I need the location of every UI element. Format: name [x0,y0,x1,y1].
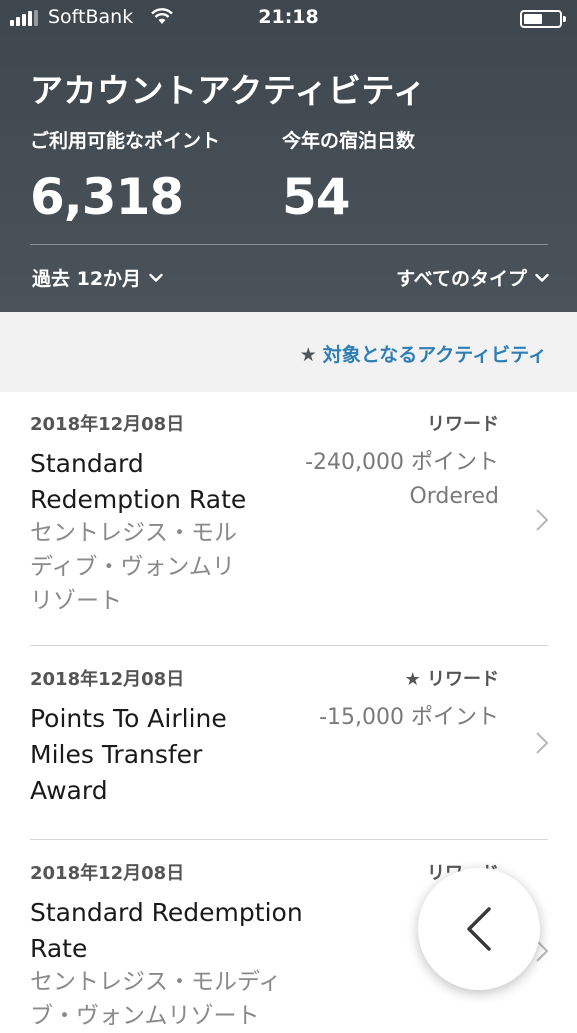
activity-row[interactable]: 2018年12月08日 ★ リワード Points To Airline Mil… [0,647,577,840]
nights-value: 54 [282,168,351,226]
eligible-activity-link[interactable]: ★ 対象となるアクティビティ [300,340,547,367]
period-filter-label: 過去 12か月 [32,268,142,290]
activity-property: セントレジス・モル ディブ・ヴォンムリ リゾート [30,516,237,618]
activity-property-line: セントレジス・モルディ [30,969,282,995]
period-filter-dropdown[interactable]: 過去 12か月 [32,264,163,291]
status-bar: SoftBank 21:18 [0,0,577,38]
type-filter-dropdown[interactable]: すべてのタイプ [396,264,549,291]
row-divider [30,645,548,646]
activity-title-line: Miles Transfer [30,740,203,769]
activity-status: Ordered [409,484,499,509]
nights-label: 今年の宿泊日数 [282,130,416,152]
activity-row[interactable]: 2018年12月08日 リワード Standard Redemption Rat… [0,392,577,646]
activity-property-line: ディブ・ヴォンムリ [30,554,235,580]
activity-date: 2018年12月08日 [30,414,185,435]
activity-title-line: Award [30,776,108,805]
page-title: アカウントアクティビティ [30,71,427,110]
account-header: SoftBank 21:18 アカウントアクティビティ ご利用可能なポイント 6… [0,0,577,312]
available-points-value: 6,318 [30,168,184,226]
battery-icon [520,10,566,28]
chevron-right-icon [536,732,549,754]
eligible-activity-bar: ★ 対象となるアクティビティ [0,312,577,392]
type-filter-label: すべてのタイプ [396,268,527,290]
star-icon: ★ [299,344,317,366]
row-divider [30,839,548,840]
activity-title: Points To Airline Miles Transfer Award [30,701,227,809]
activity-type: ★ リワード [404,669,499,690]
activity-date: 2018年12月08日 [30,669,185,690]
header-divider [30,244,548,245]
chevron-left-icon [467,907,491,951]
activity-title-line: Standard [30,449,144,478]
activity-date: 2018年12月08日 [30,863,185,884]
chevron-down-icon [149,273,163,282]
available-points-label: ご利用可能なポイント [30,130,221,152]
activity-title: Standard Redemption Rate [30,446,246,518]
activity-title-line: Points To Airline [30,704,227,733]
points-amount: -15,000 ポイント [319,705,499,730]
activity-property: セントレジス・モルディ ブ・ヴォンムリゾート [30,965,281,1033]
eligible-activity-label: 対象となるアクティビティ [322,344,547,366]
activity-title-line: Standard Redemption [30,898,303,927]
activity-property-line: セントレジス・モル [30,520,237,546]
chevron-right-icon [536,509,549,531]
activity-type: リワード [427,414,499,435]
clock: 21:18 [258,6,319,28]
chevron-down-icon [535,273,549,282]
activity-title-line: Rate [30,934,88,963]
back-button[interactable] [418,868,540,990]
activity-title: Standard Redemption Rate [30,895,303,967]
activity-property-line: ブ・ヴォンムリゾート [30,1003,260,1029]
activity-points: -15,000 ポイント [319,701,499,735]
activity-property-line: リゾート [30,588,122,614]
activity-points: -240,000 ポイント Ordered [305,446,499,514]
activity-title-line: Redemption Rate [30,485,247,514]
points-amount: -240,000 ポイント [305,450,499,475]
